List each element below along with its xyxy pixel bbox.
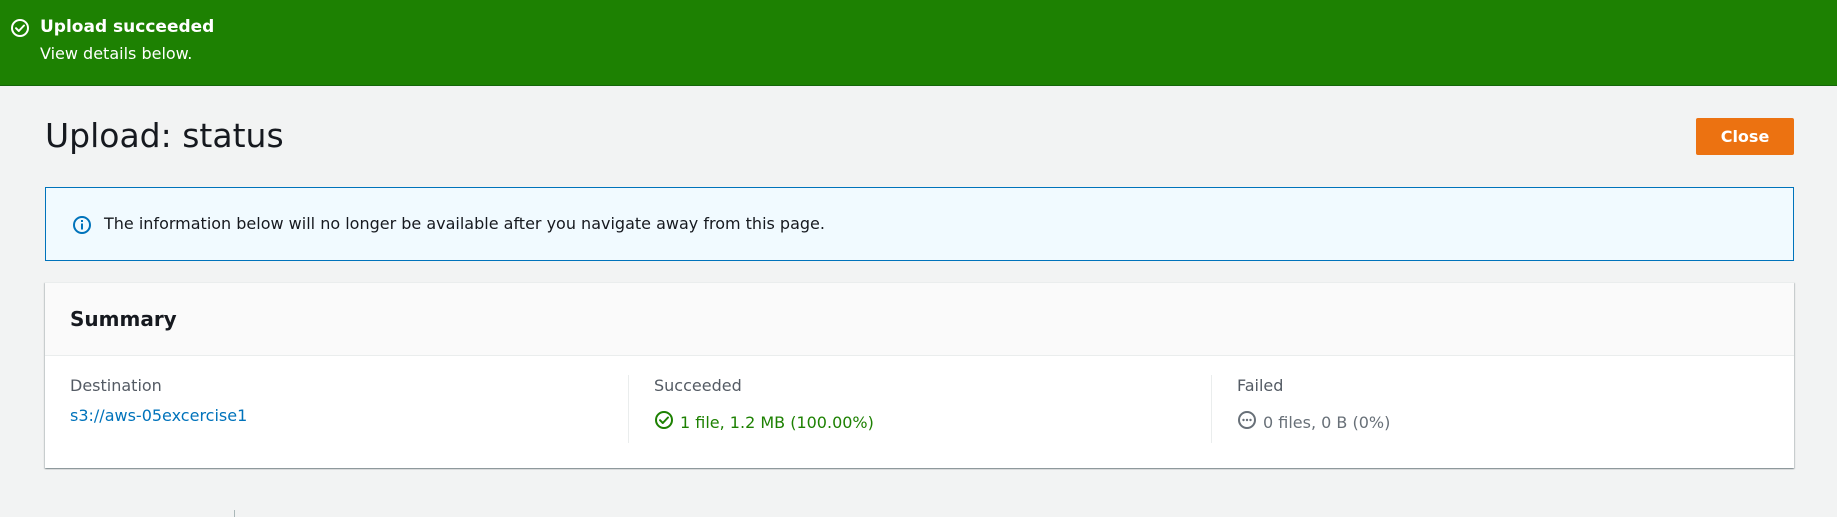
- info-icon: [72, 215, 92, 235]
- destination-link[interactable]: s3://aws-05excercise1: [70, 405, 247, 427]
- info-alert: The information below will no longer be …: [45, 187, 1794, 261]
- failed-status: 0 files, 0 B (0%): [1237, 410, 1771, 436]
- failed-column: Failed 0 files, 0 B (0%): [1211, 375, 1771, 443]
- destination-column: Destination s3://aws-05excercise1: [70, 375, 630, 443]
- succeeded-status: 1 file, 1.2 MB (100.00%): [654, 410, 1188, 436]
- failed-value: 0 files, 0 B (0%): [1263, 413, 1391, 432]
- flash-title: Upload succeeded: [40, 17, 215, 37]
- succeeded-column: Succeeded 1 file, 1.2 MB (100.00%): [628, 375, 1188, 443]
- info-alert-text: The information below will no longer be …: [104, 214, 825, 233]
- destination-label: Destination: [70, 376, 162, 395]
- succeeded-label: Succeeded: [654, 376, 742, 395]
- divider: [234, 510, 235, 517]
- page-title: Upload: status: [45, 116, 284, 155]
- summary-header: Summary: [45, 283, 1794, 356]
- check-circle-icon: [10, 18, 30, 38]
- flash-description: View details below.: [40, 44, 193, 63]
- succeeded-value: 1 file, 1.2 MB (100.00%): [680, 413, 874, 432]
- summary-title: Summary: [70, 307, 177, 331]
- check-circle-icon: [654, 410, 680, 436]
- success-flash-banner: Upload succeeded View details below.: [0, 0, 1837, 86]
- summary-panel: Summary Destination s3://aws-05excercise…: [45, 282, 1794, 468]
- ellipsis-circle-icon: [1237, 410, 1263, 436]
- failed-label: Failed: [1237, 376, 1284, 395]
- close-button[interactable]: Close: [1696, 118, 1794, 155]
